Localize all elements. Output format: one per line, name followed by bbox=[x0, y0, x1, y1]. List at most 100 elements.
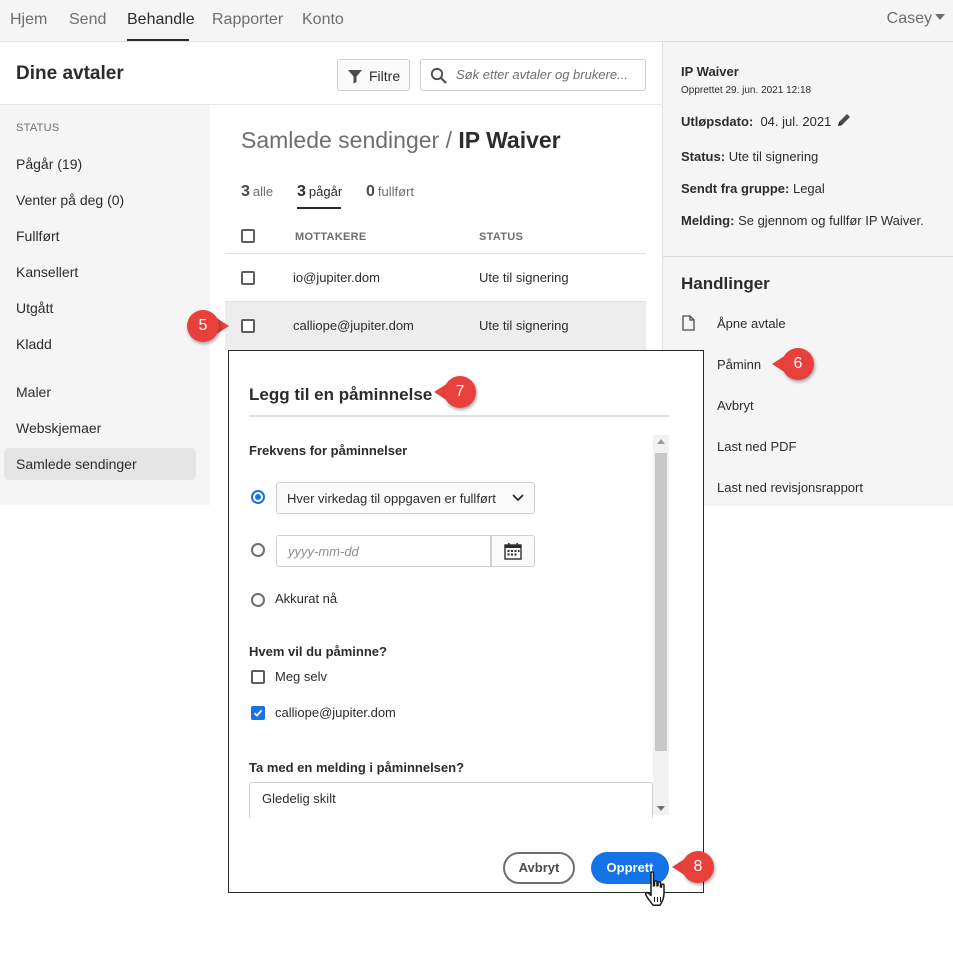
action-open-agreement[interactable]: Åpne avtale bbox=[717, 316, 786, 331]
expiry-row: Utløpsdato: 04. jul. 2021 bbox=[681, 114, 831, 129]
agreement-created: Opprettet 29. jun. 2021 12:18 bbox=[681, 85, 812, 96]
message-row: Melding: Se gjennom og fullfør IP Waiver… bbox=[681, 213, 924, 228]
message-label: Melding: bbox=[681, 213, 735, 228]
radio-frequency-recurring[interactable] bbox=[251, 490, 265, 504]
agreement-details-panel: IP Waiver Opprettet 29. jun. 2021 12:18 … bbox=[662, 42, 953, 506]
tab-in-progress[interactable]: 3 pågår bbox=[297, 183, 342, 201]
caret-down-icon bbox=[935, 14, 945, 20]
action-download-pdf[interactable]: Last ned PDF bbox=[717, 439, 797, 454]
actions-heading: Handlinger bbox=[681, 274, 770, 293]
search-placeholder: Søk etter avtaler og brukere... bbox=[456, 67, 628, 82]
cancel-button[interactable]: Avbryt bbox=[503, 852, 575, 884]
table-divider bbox=[225, 253, 646, 254]
group-label: Sendt fra gruppe: bbox=[681, 181, 790, 196]
user-menu[interactable]: Casey bbox=[887, 10, 945, 28]
user-name: Casey bbox=[886, 10, 932, 27]
remind-recipient-label: calliope@jupiter.dom bbox=[275, 705, 396, 720]
dialog-title-divider bbox=[249, 415, 669, 417]
reminder-dialog: Legg til en påminnelse Frekvens for påmi… bbox=[228, 350, 704, 893]
sidebar-item-cancelled[interactable]: Kansellert bbox=[16, 264, 78, 280]
expiry-value: 04. jul. 2021 bbox=[760, 114, 832, 129]
document-icon bbox=[682, 315, 695, 331]
action-download-audit-report[interactable]: Last ned revisjonsrapport bbox=[717, 480, 863, 495]
frequency-label: Frekvens for påminnelser bbox=[249, 443, 408, 458]
message-label: Ta med en melding i påminnelsen? bbox=[249, 760, 465, 775]
table-row-selected[interactable] bbox=[225, 302, 646, 350]
nav-send[interactable]: Send bbox=[69, 11, 106, 29]
callout-number: 7 bbox=[444, 376, 476, 408]
group-row: Sendt fra gruppe: Legal bbox=[681, 181, 825, 196]
table-cell-status: Ute til signering bbox=[479, 318, 569, 333]
frequency-select[interactable]: Hver virkedag til oppgaven er fullført bbox=[276, 482, 535, 514]
tab-completed-count: 0 bbox=[366, 183, 375, 200]
active-tab-underline bbox=[297, 207, 341, 209]
row-checkbox[interactable] bbox=[241, 271, 255, 285]
sidebar: STATUS Pågår (19) Venter på deg (0) Full… bbox=[0, 105, 210, 505]
remind-recipient-checkbox[interactable] bbox=[251, 706, 265, 720]
tab-completed-label: fullført bbox=[377, 184, 415, 199]
filter-button[interactable]: Filtre bbox=[337, 59, 410, 91]
action-remind[interactable]: Påminn bbox=[717, 357, 761, 372]
callout-number: 8 bbox=[682, 851, 714, 883]
who-label: Hvem vil du påminne? bbox=[249, 644, 387, 659]
scroll-down-arrow-icon[interactable] bbox=[657, 806, 665, 811]
scroll-up-arrow-icon[interactable] bbox=[657, 439, 665, 444]
tab-all-label: alle bbox=[252, 184, 274, 199]
sidebar-item-web-forms[interactable]: Webskjemaer bbox=[16, 420, 101, 436]
status-section-label: STATUS bbox=[16, 122, 60, 134]
nav-home[interactable]: Hjem bbox=[10, 11, 47, 29]
select-all-checkbox[interactable] bbox=[241, 229, 255, 243]
nav-manage[interactable]: Behandle bbox=[127, 11, 195, 29]
tab-completed[interactable]: 0 fullført bbox=[366, 183, 414, 201]
filter-icon bbox=[348, 70, 362, 84]
status-value: Ute til signering bbox=[728, 149, 819, 164]
frequency-selected-value: Hver virkedag til oppgaven er fullført bbox=[287, 491, 496, 506]
action-cancel[interactable]: Avbryt bbox=[717, 398, 754, 413]
remind-self-label: Meg selv bbox=[275, 669, 328, 684]
column-header-recipients[interactable]: MOTTAKERE bbox=[295, 231, 367, 243]
tab-all[interactable]: 3 alle bbox=[241, 183, 273, 201]
message-value: Se gjennom og fullfør IP Waiver. bbox=[738, 213, 924, 228]
panel-divider bbox=[663, 256, 953, 257]
sidebar-item-draft[interactable]: Kladd bbox=[16, 336, 52, 352]
scroll-thumb[interactable] bbox=[655, 453, 667, 751]
remind-self-checkbox[interactable] bbox=[251, 670, 265, 684]
tab-in-progress-label: pågår bbox=[308, 184, 343, 199]
expiry-label: Utløpsdato: bbox=[681, 114, 754, 129]
tab-in-progress-count: 3 bbox=[297, 183, 306, 200]
sidebar-item-completed[interactable]: Fullført bbox=[16, 228, 60, 244]
date-placeholder: yyyy-mm-dd bbox=[288, 544, 359, 559]
dialog-title: Legg til en påminnelse bbox=[249, 385, 433, 404]
nav-reports[interactable]: Rapporter bbox=[212, 11, 283, 29]
reminder-message-textarea[interactable]: Gledelig skilt bbox=[249, 782, 653, 818]
page-title: Dine avtaler bbox=[16, 63, 124, 84]
edit-pencil-icon[interactable] bbox=[836, 112, 852, 128]
sidebar-item-in-progress[interactable]: Pågår (19) bbox=[16, 156, 82, 172]
status-row: Status: Ute til signering bbox=[681, 149, 818, 164]
table-cell-recipient[interactable]: io@jupiter.dom bbox=[293, 270, 380, 285]
checkmark-icon bbox=[253, 709, 263, 717]
active-nav-underline bbox=[127, 39, 189, 41]
calendar-button[interactable] bbox=[491, 535, 535, 567]
table-cell-recipient[interactable]: calliope@jupiter.dom bbox=[293, 318, 414, 333]
sidebar-item-expired[interactable]: Utgått bbox=[16, 300, 53, 316]
calendar-icon bbox=[504, 543, 522, 560]
chevron-down-icon bbox=[512, 494, 524, 502]
radio-frequency-date[interactable] bbox=[251, 543, 265, 557]
dialog-scrollbar[interactable] bbox=[653, 435, 669, 815]
sidebar-item-templates[interactable]: Maler bbox=[16, 384, 51, 400]
hand-cursor-icon bbox=[645, 871, 665, 906]
callout-number: 6 bbox=[782, 348, 814, 380]
column-header-status[interactable]: STATUS bbox=[479, 231, 523, 243]
nav-account[interactable]: Konto bbox=[302, 11, 344, 29]
sidebar-item-waiting-for-you[interactable]: Venter på deg (0) bbox=[16, 192, 124, 208]
sidebar-item-bulk-sends[interactable]: Samlede sendinger bbox=[16, 456, 137, 472]
breadcrumb-parent[interactable]: Samlede sendinger / bbox=[241, 127, 458, 153]
date-input[interactable]: yyyy-mm-dd bbox=[276, 535, 491, 567]
tab-all-count: 3 bbox=[241, 183, 250, 200]
table-cell-status: Ute til signering bbox=[479, 270, 569, 285]
agreement-name: IP Waiver bbox=[681, 64, 739, 79]
row-checkbox[interactable] bbox=[241, 319, 255, 333]
radio-frequency-now[interactable] bbox=[251, 593, 265, 607]
search-input[interactable]: Søk etter avtaler og brukere... bbox=[420, 59, 646, 91]
